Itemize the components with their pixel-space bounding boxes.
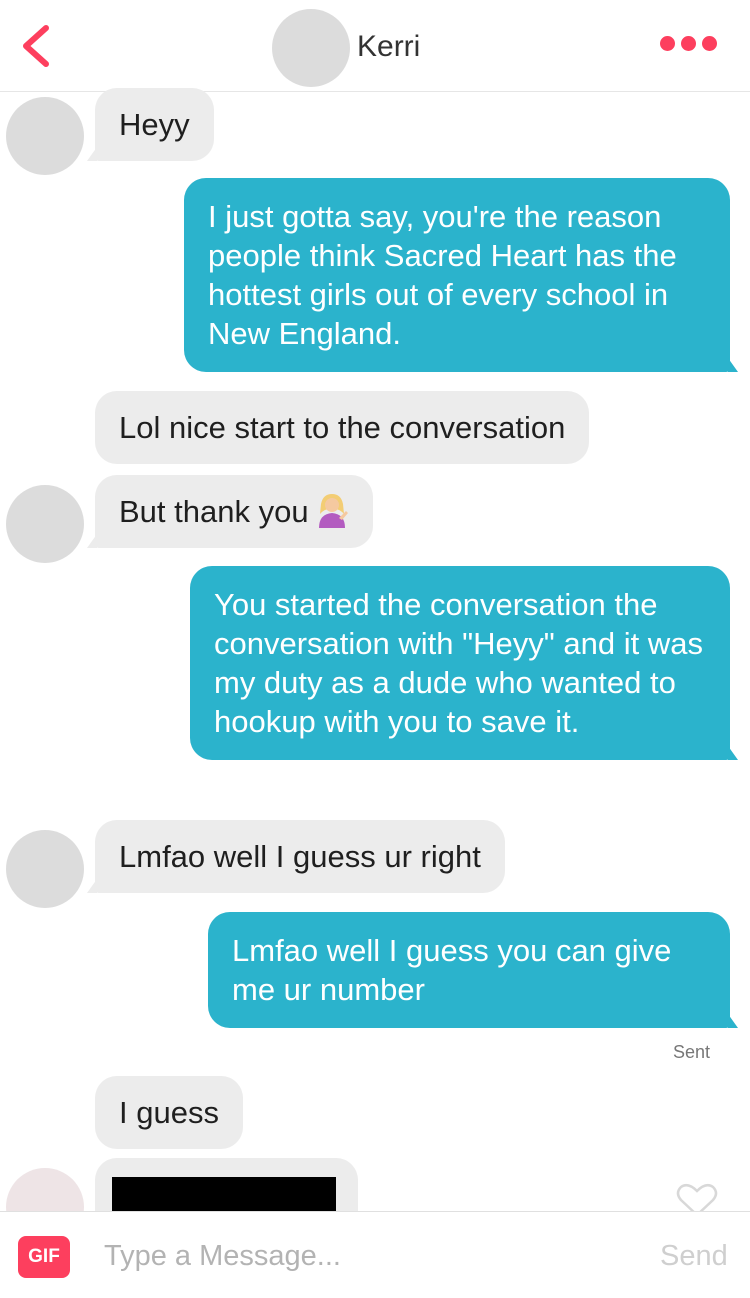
contact-avatar-small[interactable]	[6, 485, 84, 563]
gif-button[interactable]: GIF	[18, 1236, 70, 1278]
chevron-left-icon	[23, 25, 49, 67]
ellipsis-icon	[702, 36, 717, 51]
message-input[interactable]	[104, 1232, 624, 1280]
contact-avatar[interactable]	[272, 9, 350, 87]
message-composer: GIF Send	[0, 1211, 750, 1298]
ellipsis-icon	[660, 36, 675, 51]
send-button[interactable]: Send	[660, 1240, 728, 1273]
incoming-message: But thank you	[87, 475, 373, 548]
outgoing-message: I just gotta say, you're the reason peop…	[184, 178, 738, 372]
outgoing-message: You started the conversation the convers…	[190, 566, 738, 760]
redacted-block	[112, 1177, 336, 1215]
incoming-message: I guess	[95, 1076, 243, 1149]
contact-avatar-small[interactable]	[6, 97, 84, 175]
incoming-message: Lmfao well I guess ur right	[87, 820, 505, 893]
chat-header: Kerri	[0, 0, 750, 92]
ellipsis-icon	[681, 36, 696, 51]
outgoing-message: Lmfao well I guess you can give me ur nu…	[208, 912, 738, 1028]
contact-name[interactable]: Kerri	[357, 30, 420, 64]
incoming-message: Heyy	[87, 88, 214, 161]
more-options-button[interactable]	[660, 36, 720, 56]
woman-tipping-hand-emoji	[315, 492, 349, 528]
sent-status: Sent	[672, 1042, 710, 1062]
back-button[interactable]	[16, 22, 56, 70]
message-text: But thank you	[119, 494, 309, 529]
incoming-message: Lol nice start to the conversation	[95, 391, 590, 464]
contact-avatar-small[interactable]	[6, 830, 84, 908]
